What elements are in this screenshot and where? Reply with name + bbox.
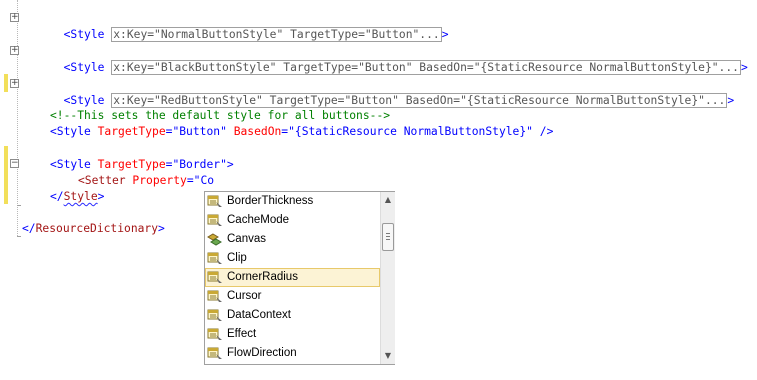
attr-value: Border [179,158,221,171]
tag-close: /> [532,125,554,138]
change-bar [4,74,8,92]
tag-gt: > [97,190,105,203]
property-icon [207,290,223,303]
tag-open: <Setter [78,174,126,187]
tag-open: <Style [63,61,105,74]
property-icon [207,328,223,341]
attr-name: BasedOn [233,125,282,138]
code-line-setter[interactable]: <Setter Property="Co [78,172,214,189]
completion-item[interactable]: BorderThickness [205,192,380,211]
scroll-down-button[interactable]: ▼ [382,349,394,363]
completion-item-label: CornerRadius [227,271,298,283]
expand-icon[interactable]: + [10,79,19,88]
completion-item-label: CacheMode [227,214,290,226]
fold-end-tick [17,205,21,206]
completion-item[interactable]: FlowDirection [205,344,380,363]
change-bar [4,146,8,204]
tag-open: <Style [50,125,91,138]
scroll-up-button[interactable]: ▲ [382,193,394,207]
code-comment[interactable]: <!--This sets the default style for all … [50,107,390,124]
intellisense-popup[interactable]: BorderThickness CacheMode Canvas Clip Corner… [204,191,395,365]
tag-open: <Style [50,158,91,171]
completion-item-label: Canvas [227,233,266,245]
editor-margin-line [17,0,18,236]
completion-item[interactable]: Effect [205,325,380,344]
attr-eq: =" [165,125,180,138]
tag-open: <Style [63,94,105,107]
expand-icon[interactable]: + [10,46,19,55]
attr-quote: " [220,158,227,171]
completion-item-label: Effect [227,328,257,340]
property-icon [207,271,223,284]
tag-name-error: Style [63,190,98,203]
attr-value: {StaticResource NormalButtonStyle} [294,125,527,138]
property-icon [207,252,223,265]
attr-quote: " [220,125,227,138]
code-line-style-normal[interactable]: <Style x:Key="NormalButtonStyle" TargetT… [50,9,449,42]
completion-item[interactable]: Cursor [205,287,380,306]
attr-value-typed: Co [200,174,215,187]
completion-list[interactable]: BorderThickness CacheMode Canvas Clip Corner… [205,192,380,363]
completion-item[interactable]: CacheMode [205,211,380,230]
tag-close: > [226,158,234,171]
completion-item-label: Cursor [227,290,262,302]
property-icon [207,347,223,360]
attr-name: TargetType [97,158,166,171]
tag-gt: > [158,222,165,235]
code-line-dictionary-close[interactable]: </ResourceDictionary> [22,220,165,237]
completion-item-label: FlowDirection [227,347,297,359]
code-line-border-style[interactable]: <Style TargetType="Border"> [50,156,234,173]
completion-item[interactable]: DataContext [205,306,380,325]
tag-lt: </ [22,222,36,235]
collapsed-region[interactable]: x:Key="RedButtonStyle" TargetType="Butto… [111,93,728,108]
tag-open: <Style [63,28,105,41]
attr-name: TargetType [97,125,166,138]
completion-item-label: Clip [227,252,247,264]
completion-item[interactable]: Clip [205,249,380,268]
completion-item-selected[interactable]: CornerRadius [205,268,380,287]
tag-close: > [441,28,449,41]
attr-eq: =" [186,174,201,187]
collapse-icon[interactable]: − [10,159,19,168]
collapsed-region[interactable]: x:Key="NormalButtonStyle" TargetType="Bu… [111,27,442,42]
fold-end-tick [17,236,21,237]
code-line-style-black[interactable]: <Style x:Key="BlackButtonStyle" TargetTy… [50,42,748,75]
attr-eq: =" [281,125,295,138]
code-line-style-close[interactable]: </Style> [50,188,104,205]
tag-close: > [740,61,748,74]
completion-item-label: DataContext [227,309,291,321]
completion-item[interactable]: Canvas [205,230,380,249]
property-icon [207,309,223,322]
code-line-default-style[interactable]: <Style TargetType="Button" BasedOn="{Sta… [50,123,553,140]
tag-name: ResourceDictionary [35,222,159,235]
tag-close: > [727,94,735,107]
property-icon [207,214,223,227]
scroll-thumb[interactable] [382,223,394,251]
tag-lt: </ [50,190,64,203]
attr-name: Property [132,174,187,187]
attr-eq: =" [165,158,180,171]
attached-property-icon [207,233,223,246]
code-line-style-red[interactable]: <Style x:Key="RedButtonStyle" TargetType… [50,75,734,108]
completion-scrollbar[interactable]: ▲ ▼ [380,192,395,364]
expand-icon[interactable]: + [10,13,19,22]
completion-item-label: BorderThickness [227,195,314,207]
collapsed-region[interactable]: x:Key="BlackButtonStyle" TargetType="But… [111,60,741,75]
attr-quote: " [526,125,533,138]
property-icon [207,195,223,208]
attr-value: Button [179,125,221,138]
